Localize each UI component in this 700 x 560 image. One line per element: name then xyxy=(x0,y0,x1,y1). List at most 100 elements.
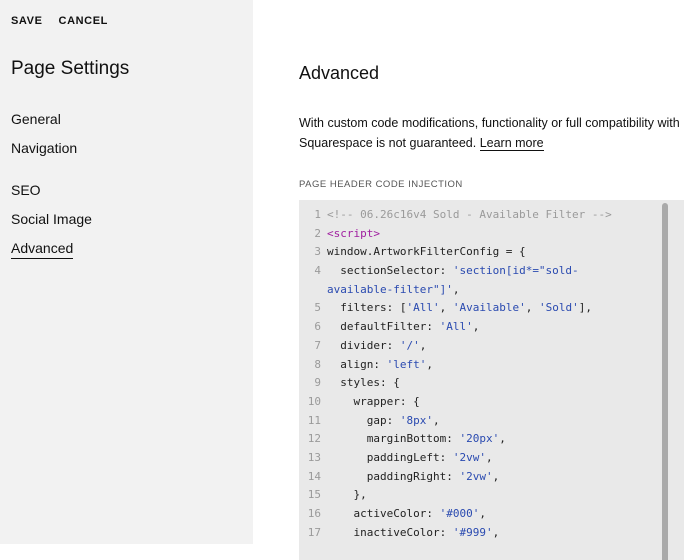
line-number: 2 xyxy=(314,226,321,240)
learn-more-link[interactable]: Learn more xyxy=(479,136,544,151)
code-token: divider: xyxy=(327,338,400,352)
description-line-2: Squarespace is not guaranteed. Learn mor… xyxy=(299,133,700,153)
line-number: 1 xyxy=(314,208,321,221)
code-line: 1 <!-- 06.26c16v4 Sold - Available Filter… xyxy=(307,206,612,225)
code-token: styles: { xyxy=(327,376,400,390)
line-number: 7 xyxy=(314,338,321,352)
line-number: 12 xyxy=(307,432,321,446)
code-token: , xyxy=(485,450,493,464)
line-number: 9 xyxy=(314,376,321,390)
code-line: 17 inactiveColor: '#999', xyxy=(307,524,612,543)
code-token: , xyxy=(499,432,506,446)
code-token: ], xyxy=(578,301,592,315)
code-line: 14 paddingRight: '2vw', xyxy=(307,468,612,487)
line-number: 11 xyxy=(307,413,321,427)
line-number: 14 xyxy=(307,469,321,483)
code-token: '8px' xyxy=(399,413,433,427)
code-token: '#000' xyxy=(439,507,480,520)
code-token: 'Sold' xyxy=(538,301,579,315)
line-number: 13 xyxy=(307,450,321,464)
section-label: PAGE HEADER CODE INJECTION xyxy=(299,179,463,190)
code-token: , xyxy=(492,469,500,483)
code-token: , xyxy=(419,338,427,352)
code-token: , xyxy=(452,282,460,296)
code-line: 8 align: 'left', xyxy=(307,356,612,375)
code-token: , xyxy=(432,413,440,427)
line-number: 17 xyxy=(307,525,321,539)
code-line: 2 <script> xyxy=(307,225,612,244)
line-number: 10 xyxy=(307,394,321,408)
line-number: 15 xyxy=(307,488,321,502)
description-line-2-text: Squarespace is not guaranteed. xyxy=(299,136,477,150)
nav-item-advanced[interactable]: Advanced xyxy=(11,240,74,259)
line-number: 16 xyxy=(307,507,321,520)
code-line: 3 window.ArtworkFilterConfig = { xyxy=(307,243,612,262)
nav-item-social-image[interactable]: Social Image xyxy=(11,211,92,227)
code-token: marginBottom: xyxy=(327,432,460,446)
nav-item-seo[interactable]: SEO xyxy=(11,182,41,198)
code-token: '20px' xyxy=(459,432,500,446)
code-token: , xyxy=(479,507,486,520)
code-token: <!-- 06.26c16v4 Sold - Available Filter … xyxy=(327,208,612,221)
code-token: available-filter"]' xyxy=(327,282,453,296)
line-number: 8 xyxy=(314,357,321,371)
code-token: sectionSelector: xyxy=(327,264,453,278)
top-actions: SAVE CANCEL xyxy=(11,15,108,27)
code-token: '#999' xyxy=(452,525,493,539)
code-token: defaultFilter: xyxy=(327,320,440,334)
page-title: Advanced xyxy=(299,63,380,83)
code-token: 'left' xyxy=(386,357,427,371)
code-lines: 1 <!-- 06.26c16v4 Sold - Available Filter… xyxy=(307,206,612,542)
cancel-button[interactable]: CANCEL xyxy=(59,15,108,27)
code-token: paddingLeft: xyxy=(327,450,453,464)
code-token: filters: [ xyxy=(327,301,407,315)
code-token: <script> xyxy=(327,226,380,240)
line-number: 3 xyxy=(314,245,321,259)
code-line: 5 filters: ['All', 'Available', 'Sold'], xyxy=(307,299,612,318)
nav-item-general[interactable]: General xyxy=(11,111,61,127)
code-line: 4 sectionSelector: 'section[id*="sold- xyxy=(307,262,612,281)
panel-title: Page Settings xyxy=(11,58,130,79)
code-token: activeColor: xyxy=(327,507,440,520)
line-number: 5 xyxy=(314,301,321,315)
nav-item-navigation[interactable]: Navigation xyxy=(11,140,77,156)
code-line: 11 gap: '8px', xyxy=(307,412,612,431)
code-token: paddingRight: xyxy=(327,469,460,483)
code-token: gap: xyxy=(327,413,400,427)
code-line: 9 styles: { xyxy=(307,374,612,393)
code-line: 13 paddingLeft: '2vw', xyxy=(307,449,612,468)
code-token: 'All' xyxy=(439,320,473,334)
code-token: 'All' xyxy=(406,301,440,315)
code-token: align: xyxy=(327,357,387,371)
code-token: 'section[id*="sold- xyxy=(452,264,579,278)
code-token: inactiveColor: xyxy=(327,525,453,539)
sidebar: SAVE CANCEL Page Settings General Naviga… xyxy=(0,0,253,544)
code-line: 10 wrapper: { xyxy=(307,393,612,412)
code-token: , xyxy=(472,320,480,334)
code-token: }, xyxy=(327,488,367,502)
code-line: 6 defaultFilter: 'All', xyxy=(307,318,612,337)
code-line: 16 activeColor: '#000', xyxy=(307,505,612,524)
code-token: window.ArtworkFilterConfig = { xyxy=(327,245,526,259)
scrollbar[interactable] xyxy=(662,203,668,560)
save-button[interactable]: SAVE xyxy=(11,15,43,27)
code-token: '/' xyxy=(399,338,420,352)
code-line: 12 marginBottom: '20px', xyxy=(307,430,612,449)
code-token: 'Available' xyxy=(452,301,526,315)
code-token: wrapper: { xyxy=(327,394,420,408)
code-token: , xyxy=(439,301,453,315)
code-token: , xyxy=(426,357,433,371)
main-panel: Advanced With custom code modifications,… xyxy=(253,0,700,560)
code-line: 15 }, xyxy=(307,486,612,505)
code-token: '2vw' xyxy=(459,469,493,483)
line-number: 4 xyxy=(314,264,321,278)
description: With custom code modifications, function… xyxy=(299,113,700,153)
code-token: , xyxy=(525,301,539,315)
code-line: available-filter"]', xyxy=(307,281,612,300)
code-editor[interactable]: 1 <!-- 06.26c16v4 Sold - Available Filter… xyxy=(299,200,684,560)
code-line: 7 divider: '/', xyxy=(307,337,612,356)
line-number: 6 xyxy=(314,320,321,334)
code-token: '2vw' xyxy=(452,450,486,464)
code-token: , xyxy=(492,525,500,539)
description-line-1: With custom code modifications, function… xyxy=(299,116,680,130)
